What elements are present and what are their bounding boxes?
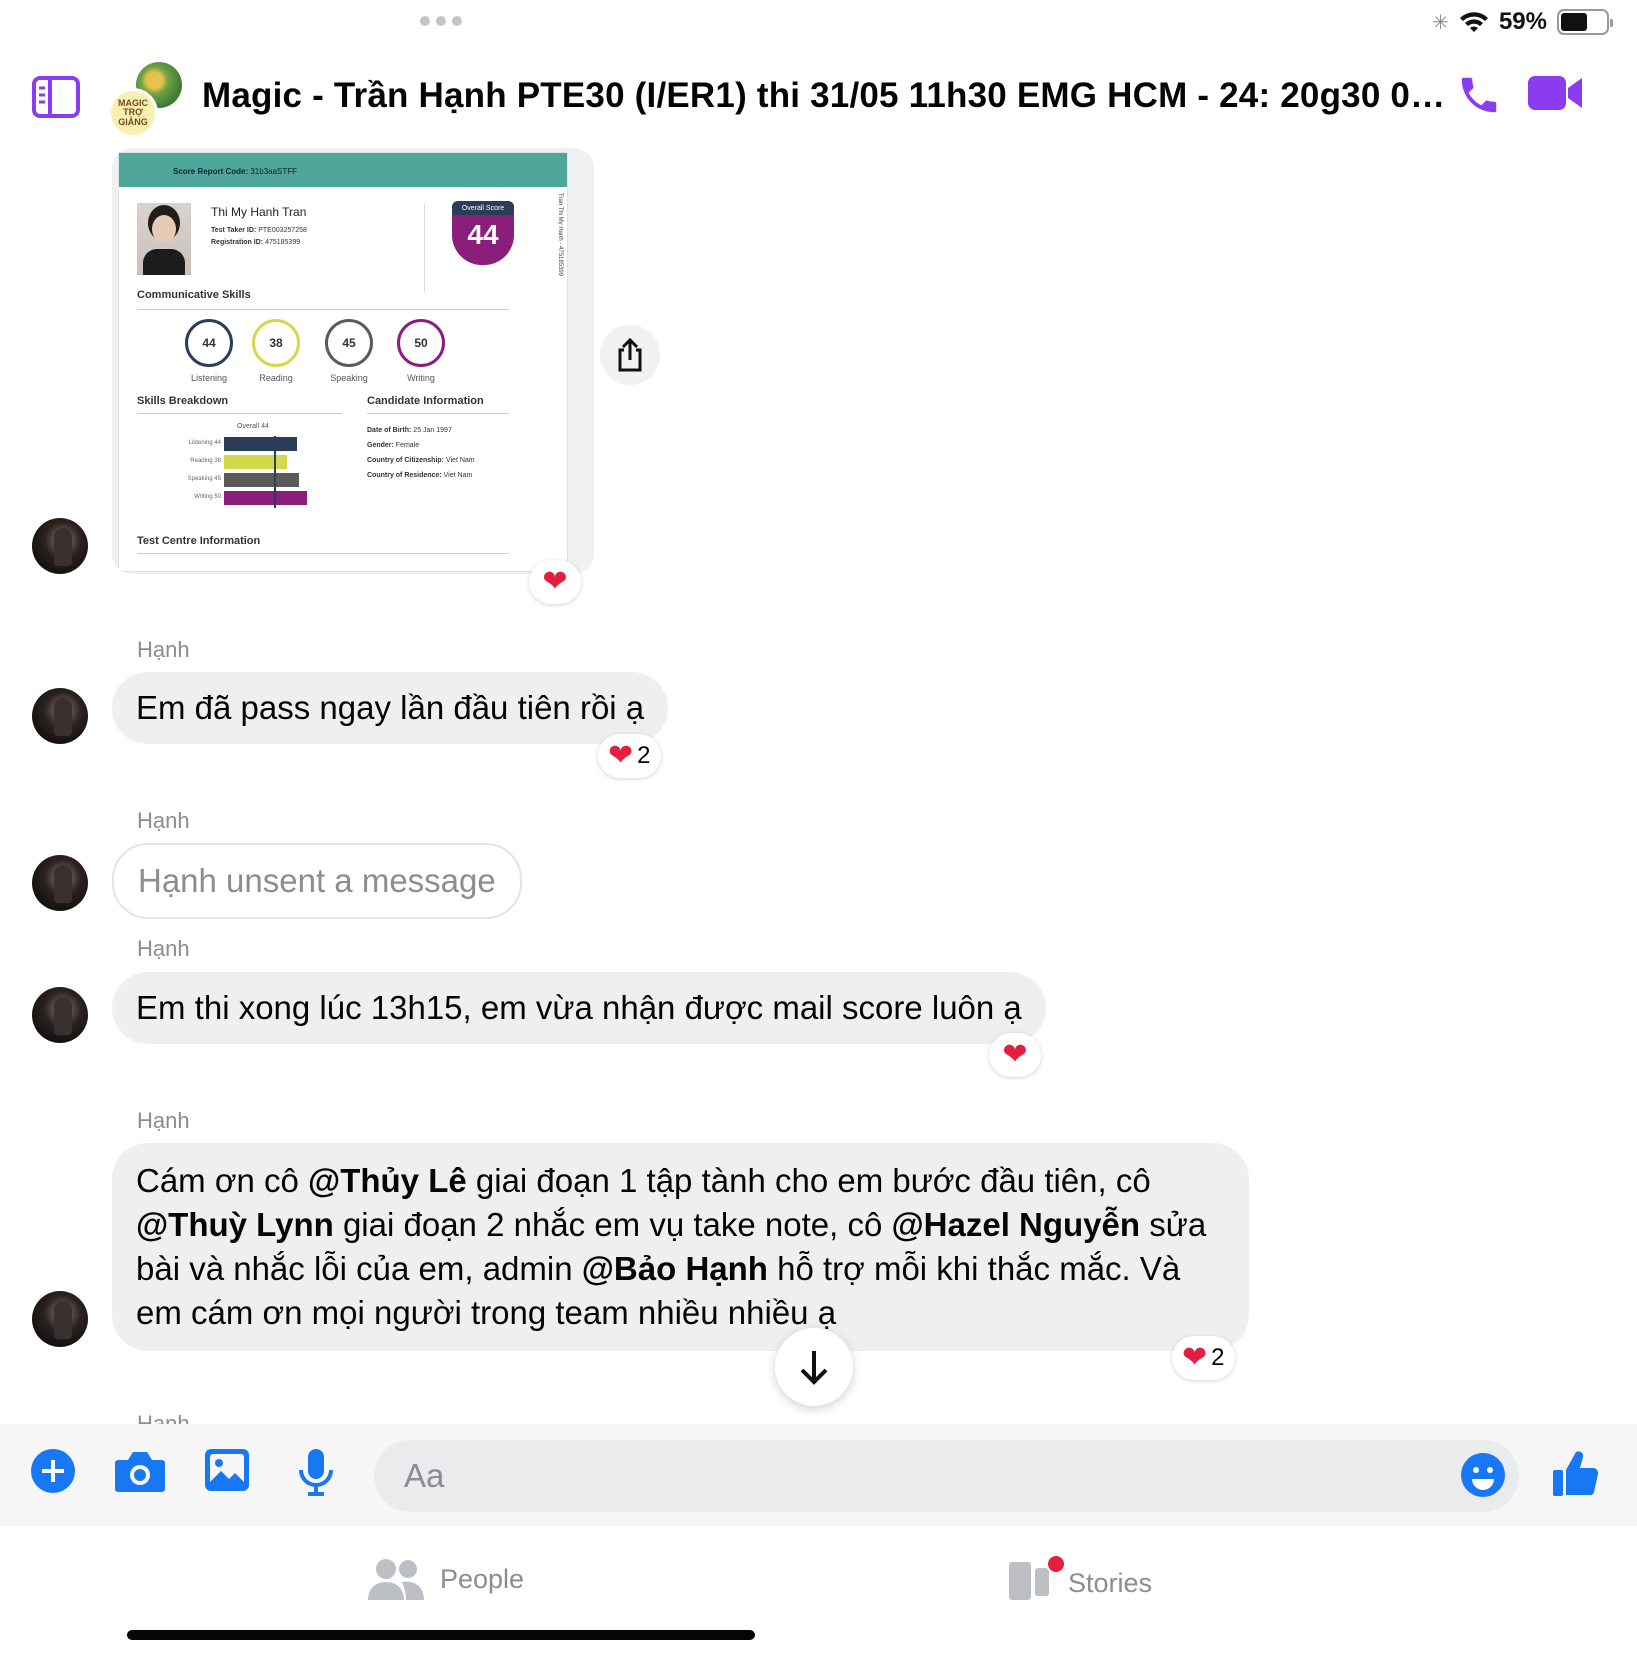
skill-label: Writing bbox=[407, 373, 435, 383]
candidate-title: Candidate Information bbox=[367, 395, 484, 407]
overall-marker bbox=[274, 436, 276, 508]
breakdown-label: Writing 50 bbox=[194, 494, 221, 500]
camera-icon[interactable] bbox=[114, 1448, 166, 1494]
share-button[interactable] bbox=[600, 325, 660, 385]
sender-name: Hạnh bbox=[137, 808, 190, 833]
mention[interactable]: @Bảo Hạnh bbox=[582, 1250, 768, 1287]
communicative-title: Communicative Skills bbox=[137, 289, 251, 301]
group-avatar[interactable]: MAGIC TRỢ GIẢNG bbox=[108, 62, 184, 138]
message-bubble[interactable]: Em đã pass ngay lần đầu tiên rồi ạ bbox=[112, 672, 669, 744]
mention[interactable]: @Thủy Lê bbox=[308, 1162, 467, 1199]
scroll-to-bottom-button[interactable] bbox=[775, 1328, 853, 1406]
sender-name: Hạnh bbox=[137, 637, 190, 662]
chat-header: MAGIC TRỢ GIẢNG Magic - Trần Hạnh PTE30 … bbox=[0, 58, 1637, 146]
sender-avatar[interactable] bbox=[32, 518, 88, 574]
test-centre-title: Test Centre Information bbox=[137, 535, 261, 547]
report-side-text: Tran Thi My Hanh - 475185399 bbox=[557, 193, 563, 277]
heart-icon: ❤ bbox=[1002, 1038, 1028, 1071]
mention[interactable]: @Hazel Nguyễn bbox=[891, 1206, 1140, 1243]
emoji-icon[interactable] bbox=[1460, 1452, 1506, 1498]
thumbs-up-icon[interactable] bbox=[1552, 1448, 1600, 1498]
breakdown-label: Listening 44 bbox=[188, 440, 221, 446]
score-report: Score Report Code: 31b3aaSTFF Thi My Han… bbox=[118, 152, 568, 572]
skill-score-circle: 44 bbox=[185, 319, 233, 367]
unsent-message-bubble[interactable]: Hạnh unsent a message bbox=[112, 843, 522, 919]
mention[interactable]: @Thuỳ Lynn bbox=[136, 1206, 334, 1243]
status-bar: ✳ 59% bbox=[1432, 8, 1613, 36]
skill-score-circle: 50 bbox=[397, 319, 445, 367]
sender-avatar[interactable] bbox=[32, 688, 88, 744]
message-input[interactable] bbox=[374, 1440, 1519, 1512]
overall-score-badge: Overall Score 44 bbox=[452, 201, 514, 265]
tab-people-label: People bbox=[440, 1563, 525, 1594]
breakdown-title: Skills Breakdown bbox=[137, 395, 229, 407]
tab-stories-label: Stories bbox=[1068, 1568, 1153, 1598]
heart-icon: ❤ bbox=[608, 739, 634, 772]
candidate-name: Thi My Hanh Tran bbox=[211, 205, 307, 219]
candidate-photo bbox=[137, 203, 191, 275]
breakdown-bar bbox=[224, 437, 298, 451]
breakdown-label: Reading 38 bbox=[190, 458, 221, 464]
heart-icon: ❤ bbox=[542, 565, 568, 598]
photo-gallery-icon[interactable] bbox=[204, 1448, 250, 1492]
message-reaction[interactable]: ❤ 2 bbox=[598, 734, 661, 778]
stories-notification-dot bbox=[1046, 1554, 1066, 1574]
candidate-info: Date of Birth: 25 Jan 1997 Gender: Femal… bbox=[367, 427, 475, 479]
share-icon bbox=[618, 338, 642, 372]
tab-people[interactable]: People bbox=[366, 1558, 524, 1600]
breakdown-overall: Overall 44 bbox=[237, 423, 269, 430]
breakdown-bar bbox=[224, 455, 288, 469]
message-bubble[interactable]: Em thi xong lúc 13h15, em vừa nhận được … bbox=[112, 972, 1046, 1044]
wifi-icon bbox=[1459, 12, 1488, 32]
tab-stories[interactable]: Stories bbox=[1008, 1554, 1153, 1609]
sender-name: Hạnh bbox=[137, 1108, 190, 1133]
skill-label: Reading bbox=[259, 373, 293, 383]
skill-label: Speaking bbox=[330, 373, 368, 383]
multitasking-dots[interactable] bbox=[420, 16, 462, 26]
video-call-icon[interactable] bbox=[1528, 74, 1584, 112]
bottom-tab-bar: People Stories bbox=[0, 1526, 1637, 1668]
loading-icon: ✳ bbox=[1432, 11, 1449, 34]
message-reaction[interactable]: ❤ 2 bbox=[1172, 1336, 1235, 1380]
score-report-image[interactable]: Score Report Code: 31b3aaSTFF Thi My Han… bbox=[112, 148, 594, 574]
people-icon bbox=[368, 1559, 424, 1600]
arrow-down-icon bbox=[800, 1351, 828, 1385]
phone-call-icon[interactable] bbox=[1456, 72, 1502, 118]
battery-icon bbox=[1557, 9, 1613, 35]
breakdown-label: Speaking 45 bbox=[187, 476, 221, 482]
microphone-icon[interactable] bbox=[296, 1448, 336, 1496]
battery-percent: 59% bbox=[1498, 8, 1547, 35]
message-reaction[interactable]: ❤ bbox=[989, 1033, 1041, 1077]
group-avatar-logo: MAGIC TRỢ GIẢNG bbox=[108, 88, 158, 138]
report-code: Score Report Code: 31b3aaSTFF bbox=[119, 153, 567, 187]
breakdown-bar bbox=[224, 473, 299, 487]
message-composer bbox=[0, 1424, 1637, 1526]
plus-icon[interactable] bbox=[30, 1448, 76, 1494]
message-bubble[interactable]: Cám ơn cô @Thủy Lê giai đoạn 1 tập tành … bbox=[112, 1143, 1249, 1351]
candidate-ids: Test Taker ID: PTE003257258 Registration… bbox=[211, 227, 307, 246]
heart-icon: ❤ bbox=[1182, 1341, 1208, 1374]
sender-avatar[interactable] bbox=[32, 1291, 88, 1347]
sender-avatar[interactable] bbox=[32, 987, 88, 1043]
skill-score-circle: 38 bbox=[252, 319, 300, 367]
sender-avatar[interactable] bbox=[32, 855, 88, 911]
breakdown-bar bbox=[224, 491, 308, 505]
chat-title[interactable]: Magic - Trần Hạnh PTE30 (I/ER1) thi 31/0… bbox=[202, 76, 1447, 116]
sender-name: Hạnh bbox=[137, 936, 190, 961]
skill-score-circle: 45 bbox=[325, 319, 373, 367]
image-reaction[interactable]: ❤ bbox=[529, 560, 581, 604]
skill-label: Listening bbox=[190, 373, 228, 383]
stories-icon bbox=[1008, 1554, 1066, 1609]
home-indicator bbox=[127, 1630, 755, 1640]
sidebar-toggle-icon[interactable] bbox=[32, 76, 80, 118]
